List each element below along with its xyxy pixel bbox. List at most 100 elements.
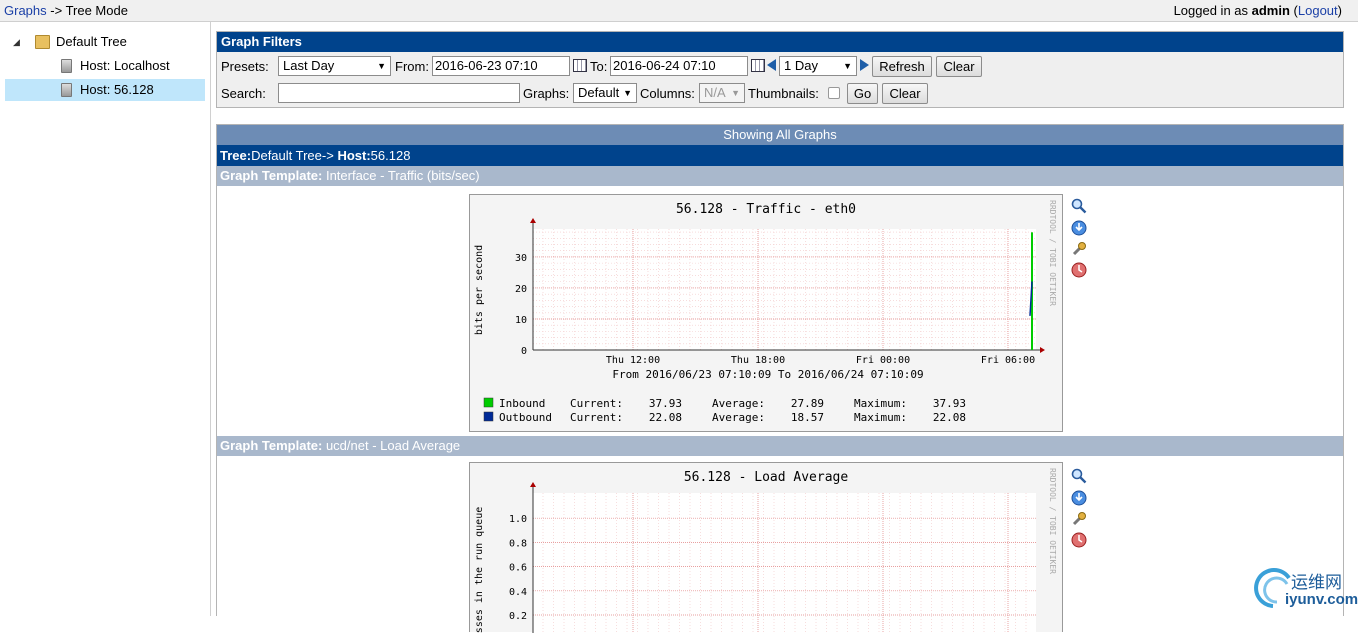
csv-export-icon[interactable] bbox=[1071, 220, 1087, 236]
graphs-panel: Showing All Graphs Tree:Default Tree-> H… bbox=[216, 124, 1344, 616]
y-tick-label: 0.2 bbox=[509, 611, 527, 622]
to-calendar-icon[interactable] bbox=[751, 59, 765, 72]
clear-search-button[interactable]: Clear bbox=[882, 83, 928, 104]
legend-average-label: Average: bbox=[712, 397, 765, 410]
legend-maximum-label: Maximum: bbox=[854, 411, 907, 424]
x-tick-label: Thu 18:00 bbox=[731, 355, 785, 366]
collapse-arrow-icon[interactable]: ◢ bbox=[13, 31, 20, 53]
graphs-label: Graphs: bbox=[523, 86, 569, 101]
traffic-graph[interactable]: 56.128 - Traffic - eth00102030Thu 12:00T… bbox=[469, 194, 1063, 432]
legend-swatch bbox=[484, 412, 493, 421]
wrench-icon[interactable] bbox=[1071, 241, 1087, 257]
host-label: Host: bbox=[334, 148, 371, 163]
showing-all-graphs: Showing All Graphs bbox=[217, 125, 1343, 145]
logout-link[interactable]: Logout bbox=[1298, 3, 1338, 18]
filters-row-search: Search: Graphs: Default ▼ Columns: N/A ▼… bbox=[217, 81, 1343, 105]
host-value: 56.128 bbox=[371, 148, 411, 163]
tree-item-host-56128[interactable]: Host: 56.128 bbox=[5, 79, 205, 101]
host-icon bbox=[61, 83, 72, 97]
chart-title: 56.128 - Traffic - eth0 bbox=[676, 202, 856, 217]
template-label: Graph Template: bbox=[220, 168, 322, 183]
from-date-input[interactable]: 2016-06-23 07:10 bbox=[432, 56, 570, 76]
template-value: Interface - Traffic (bits/sec) bbox=[322, 168, 479, 183]
tree-root[interactable]: ◢ Default Tree bbox=[0, 31, 205, 53]
legend-current-value: 37.93 bbox=[649, 397, 682, 410]
watermark-cn: 运维网 bbox=[1291, 568, 1342, 593]
tree-header: Tree:Default Tree-> Host:56.128 bbox=[217, 145, 1343, 166]
tree-label: Tree: bbox=[220, 148, 251, 163]
traffic-chart-svg: 56.128 - Traffic - eth00102030Thu 12:00T… bbox=[470, 195, 1062, 431]
timespan-select[interactable]: 1 Day ▼ bbox=[779, 56, 857, 76]
load-chart-svg: 56.128 - Load Average 0.2 0.4 0.6 0.8 1.0 esse… bbox=[470, 463, 1062, 633]
thumbnails-checkbox[interactable] bbox=[828, 87, 840, 99]
clear-time-button[interactable]: Clear bbox=[936, 56, 982, 77]
dropdown-arrow-icon: ▼ bbox=[731, 84, 740, 102]
go-button[interactable]: Go bbox=[847, 83, 878, 104]
shift-left-icon[interactable] bbox=[767, 59, 776, 71]
from-calendar-icon[interactable] bbox=[573, 59, 587, 72]
csv-export-icon[interactable] bbox=[1071, 490, 1087, 506]
legend-current-label: Current: bbox=[570, 397, 623, 410]
breadcrumb: Graphs -> Tree Mode bbox=[4, 3, 128, 18]
x-tick-label: Thu 12:00 bbox=[606, 355, 660, 366]
columns-select[interactable]: N/A ▼ bbox=[699, 83, 745, 103]
y-tick-label: 0.8 bbox=[509, 538, 527, 549]
rrdtool-watermark: RRDTOOL / TOBI OETIKER bbox=[1048, 200, 1057, 306]
graphs-select[interactable]: Default ▼ bbox=[573, 83, 637, 103]
dropdown-arrow-icon: ▼ bbox=[377, 57, 386, 75]
to-date-input[interactable]: 2016-06-24 07:10 bbox=[610, 56, 748, 76]
search-input[interactable] bbox=[278, 83, 520, 103]
site-watermark: 运维网 iyunv.com bbox=[1251, 566, 1356, 612]
timespan-icon[interactable] bbox=[1071, 262, 1087, 278]
timespan-icon[interactable] bbox=[1071, 532, 1087, 548]
y-tick-label: 0.4 bbox=[509, 587, 527, 598]
watermark-url: iyunv.com bbox=[1285, 591, 1358, 608]
legend-maximum-label: Maximum: bbox=[854, 397, 907, 410]
legend-current-value: 22.08 bbox=[649, 411, 682, 424]
legend-swatch bbox=[484, 398, 493, 407]
load-average-graph[interactable]: 56.128 - Load Average 0.2 0.4 0.6 0.8 1.0 esse… bbox=[469, 462, 1063, 632]
breadcrumb-current: Tree Mode bbox=[66, 3, 128, 18]
presets-select[interactable]: Last Day ▼ bbox=[278, 56, 391, 76]
search-label: Search: bbox=[221, 86, 266, 101]
y-axis-label: esses in the run queue bbox=[474, 507, 485, 633]
y-axis-label: bits per second bbox=[474, 245, 485, 335]
tree-item-host-localhost[interactable]: Host: Localhost bbox=[5, 55, 205, 77]
top-bar: Graphs -> Tree Mode Logged in as admin (… bbox=[0, 0, 1358, 22]
timespan-value: 1 Day bbox=[784, 58, 818, 73]
legend-maximum-value: 37.93 bbox=[933, 397, 966, 410]
load-graph-actions bbox=[1071, 468, 1089, 558]
graphs-value: Default bbox=[578, 85, 619, 100]
y-tick-label: 0.6 bbox=[509, 563, 527, 574]
template-value: ucd/net - Load Average bbox=[322, 438, 460, 453]
tree-root-label: Default Tree bbox=[56, 31, 127, 53]
filters-row-time: Presets: Last Day ▼ From: 2016-06-23 07:… bbox=[217, 54, 1343, 78]
breadcrumb-graphs-link[interactable]: Graphs bbox=[4, 3, 47, 18]
graph-area-load: 56.128 - Load Average0.20.40.60.81.0esse… bbox=[217, 456, 1343, 616]
y-tick-label: 1.0 bbox=[509, 514, 527, 525]
from-label: From: bbox=[395, 59, 429, 74]
wrench-icon[interactable] bbox=[1071, 511, 1087, 527]
refresh-button[interactable]: Refresh bbox=[872, 56, 932, 77]
graph-filters-title: Graph Filters bbox=[217, 32, 1343, 52]
tree-item-label: Host: Localhost bbox=[80, 55, 170, 77]
to-label: To: bbox=[590, 59, 607, 74]
shift-right-icon[interactable] bbox=[860, 59, 869, 71]
username: admin bbox=[1252, 3, 1290, 18]
dropdown-arrow-icon: ▼ bbox=[623, 84, 632, 102]
y-tick-label: 0 bbox=[521, 346, 527, 357]
chart-subtitle: From 2016/06/23 07:10:09 To 2016/06/24 0… bbox=[612, 368, 923, 381]
y-axis-arrow bbox=[530, 482, 536, 487]
chart-title: 56.128 - Load Average bbox=[684, 470, 849, 485]
breadcrumb-separator: -> bbox=[47, 3, 66, 18]
zoom-icon[interactable] bbox=[1071, 468, 1087, 484]
legend-name: Outbound bbox=[499, 411, 552, 424]
graph-template-header-load: Graph Template: ucd/net - Load Average bbox=[217, 436, 1343, 456]
legend-maximum-value: 22.08 bbox=[933, 411, 966, 424]
columns-value: N/A bbox=[704, 85, 726, 100]
rrdtool-watermark: RRDTOOL / TOBI OETIKER bbox=[1048, 468, 1057, 574]
template-label: Graph Template: bbox=[220, 438, 322, 453]
legend-average-label: Average: bbox=[712, 411, 765, 424]
zoom-icon[interactable] bbox=[1071, 198, 1087, 214]
y-tick-label: 10 bbox=[515, 315, 527, 326]
